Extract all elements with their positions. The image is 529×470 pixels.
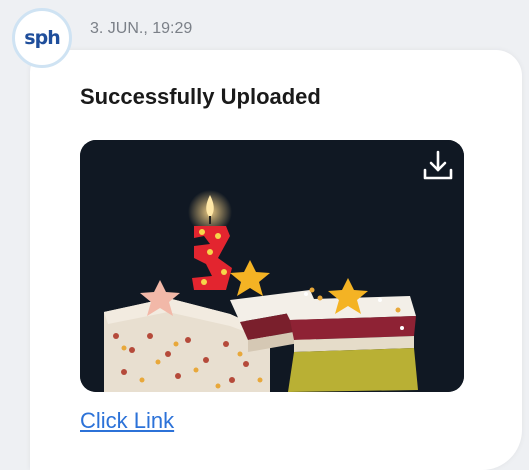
- avatar[interactable]: sph: [12, 8, 72, 68]
- birthday-cake-image: [80, 140, 464, 392]
- download-icon[interactable]: [420, 148, 456, 184]
- message-image[interactable]: [80, 140, 464, 392]
- message-timestamp: 3. JUN., 19:29: [90, 20, 193, 37]
- message-title: Successfully Uploaded: [80, 84, 321, 109]
- avatar-logo-text: sph: [24, 27, 60, 49]
- click-link[interactable]: Click Link: [80, 408, 174, 434]
